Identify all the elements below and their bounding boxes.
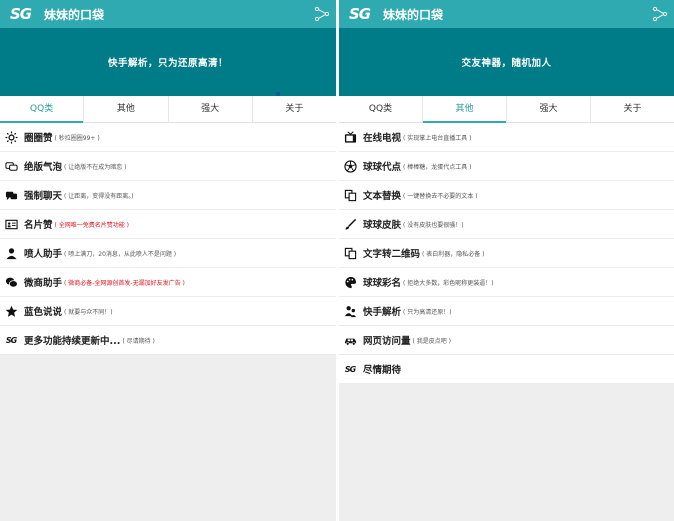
list-item[interactable]: 球球代点( 棒棒糖，龙蛋代点工具 ) [339,152,674,181]
item-name: 球球代点 [363,162,402,173]
item-name: 强制聊天 [24,191,63,202]
item-description: ( 只为高清还原！) [403,308,452,316]
list-item[interactable]: 球球皮肤( 没有皮肤也要很骚！) [339,210,674,239]
copy-icon [343,188,357,202]
item-name: 文本替换 [363,191,402,202]
list-item[interactable]: 网页访问量( 我是皮点吧 ) [339,326,674,355]
item-description: ( 棒棒糖，龙蛋代点工具 ) [403,163,472,171]
list-item[interactable]: 圈圈赞( 秒拉圈圈99+ ) [0,123,336,152]
item-description: ( 没有皮肤也要很骚！) [403,221,464,229]
item-description: ( 让距离，变得没有距离。) [64,192,134,200]
list-item[interactable]: 文本替换( 一键替换去不必要的文本 ) [339,181,674,210]
item-description: ( 表白利器，隐私必备 ) [422,250,485,258]
item-name: 球球彩名 [363,278,402,289]
item-description: ( 全网唯一免费名片赞功能 ) [54,221,130,229]
list-item[interactable]: 在线电视( 实现掌上电台直播工具 ) [339,123,674,152]
list-item[interactable]: 名片赞( 全网唯一免费名片赞功能 ) [0,210,336,239]
item-name: 喷人助手 [24,249,63,260]
item-name: 名片赞 [24,220,53,231]
right-screen: SG 妹妹的口袋 交友神器，随机加人 QQ类 其他 强大 关于 在线电视( 实现掌上电… [339,0,674,521]
item-description: ( 让绝版不在成为暗恋 ) [64,163,127,171]
sg-logo-icon: SG [5,335,17,345]
feature-list: 圈圈赞( 秒拉圈圈99+ ) 绝版气泡( 让绝版不在成为暗恋 ) 强制聊天( 让距离… [0,123,336,355]
list-item[interactable]: 微商助手( 微商必备-全网源创首发-无漏加好友发广告 ) [0,268,336,297]
palette-icon [343,275,357,289]
app-logo: SG [10,5,32,23]
tab-0[interactable]: QQ类 [339,96,422,122]
tab-3[interactable]: 关于 [251,96,336,122]
item-name: 球球皮肤 [363,220,402,231]
id-card-icon [4,217,18,231]
share-icon[interactable] [652,6,668,22]
brush-icon [343,217,357,231]
app-bar: SG 妹妹的口袋 [0,0,336,28]
item-name: 文字转二维码 [363,249,421,260]
people-icon [343,304,357,318]
item-description: ( 尽请期待 ) [122,337,155,345]
item-description: ( 我是皮点吧 ) [412,337,452,345]
item-description: ( 实现掌上电台直播工具 ) [403,134,472,142]
banner[interactable]: 快手解析，只为还原高清！ [0,28,336,96]
item-name: 快手解析 [363,307,402,318]
item-name: 圈圈赞 [24,133,53,144]
item-description: ( 拒绝大多数，彩色昵称更装逼！) [403,279,494,287]
tab-2[interactable]: 强大 [506,96,590,122]
banner-text: 快手解析，只为还原高清！ [107,58,228,69]
tab-1[interactable]: 其他 [83,96,167,122]
tab-2[interactable]: 强大 [167,96,252,122]
banner[interactable]: 交友神器，随机加人 [339,28,674,96]
list-item[interactable]: SG 尽情期待 [339,355,674,384]
app-title: 妹妹的口袋 [44,7,105,22]
item-name: 绝版气泡 [24,162,63,173]
banner-text: 交友神器，随机加人 [461,58,552,69]
car-icon [343,333,357,347]
item-name: 网页访问量 [363,336,411,347]
chat-bubble-icon [4,159,18,173]
list-item[interactable]: 蓝色说说( 就要与众不同！) [0,297,336,326]
chat-icon [4,188,18,202]
item-description: ( 就要与众不同！) [64,308,113,316]
item-name: 尽情期待 [363,365,402,376]
message-icon [4,275,18,289]
screenshot: SG 妹妹的口袋 快手解析，只为还原高清！ QQ类 其他 强大 关于 圈圈赞( 秒拉圈… [0,0,674,521]
tab-bar: QQ类 其他 强大 关于 [0,96,336,123]
list-item[interactable]: SG 更多功能持续更新中...( 尽请期待 ) [0,326,336,355]
tab-1[interactable]: 其他 [422,96,506,123]
soccer-ball-icon [343,159,357,173]
item-name: 在线电视 [363,133,402,144]
list-item[interactable]: 绝版气泡( 让绝版不在成为暗恋 ) [0,152,336,181]
feature-list: 在线电视( 实现掌上电台直播工具 ) 球球代点( 棒棒糖，龙蛋代点工具 ) 文本替换… [339,123,674,384]
list-item[interactable]: 强制聊天( 让距离，变得没有距离。) [0,181,336,210]
sun-icon [4,130,18,144]
item-description: ( 喷上满刀，20消息，从此喷人不是问题 ) [64,250,177,258]
share-icon[interactable] [314,6,330,22]
tab-0[interactable]: QQ类 [0,96,84,123]
star-icon [4,304,18,318]
list-item[interactable]: 快手解析( 只为高清还原！) [339,297,674,326]
app-bar: SG 妹妹的口袋 [339,0,674,28]
item-description: ( 一键替换去不必要的文本 ) [403,192,478,200]
list-item[interactable]: 文字转二维码( 表白利器，隐私必备 ) [339,239,674,268]
user-icon [4,246,18,260]
item-name: 微商助手 [24,278,63,289]
left-screen: SG 妹妹的口袋 快手解析，只为还原高清！ QQ类 其他 强大 关于 圈圈赞( 秒拉圈… [0,0,336,521]
item-description: ( 微商必备-全网源创首发-无漏加好友发广告 ) [64,279,185,287]
list-item[interactable]: 喷人助手( 喷上满刀，20消息，从此喷人不是问题 ) [0,239,336,268]
copy-icon [343,246,357,260]
item-description: ( 秒拉圈圈99+ ) [54,134,100,142]
item-name: 蓝色说说 [24,307,63,318]
list-item[interactable]: 球球彩名( 拒绝大多数，彩色昵称更装逼！) [339,268,674,297]
item-name: 更多功能持续更新中... [24,336,121,347]
tv-icon [343,130,357,144]
tab-3[interactable]: 关于 [590,96,674,122]
app-title: 妹妹的口袋 [383,7,444,22]
tab-bar: QQ类 其他 强大 关于 [339,96,674,123]
app-logo: SG [349,5,371,23]
sg-logo-icon: SG [344,364,356,374]
